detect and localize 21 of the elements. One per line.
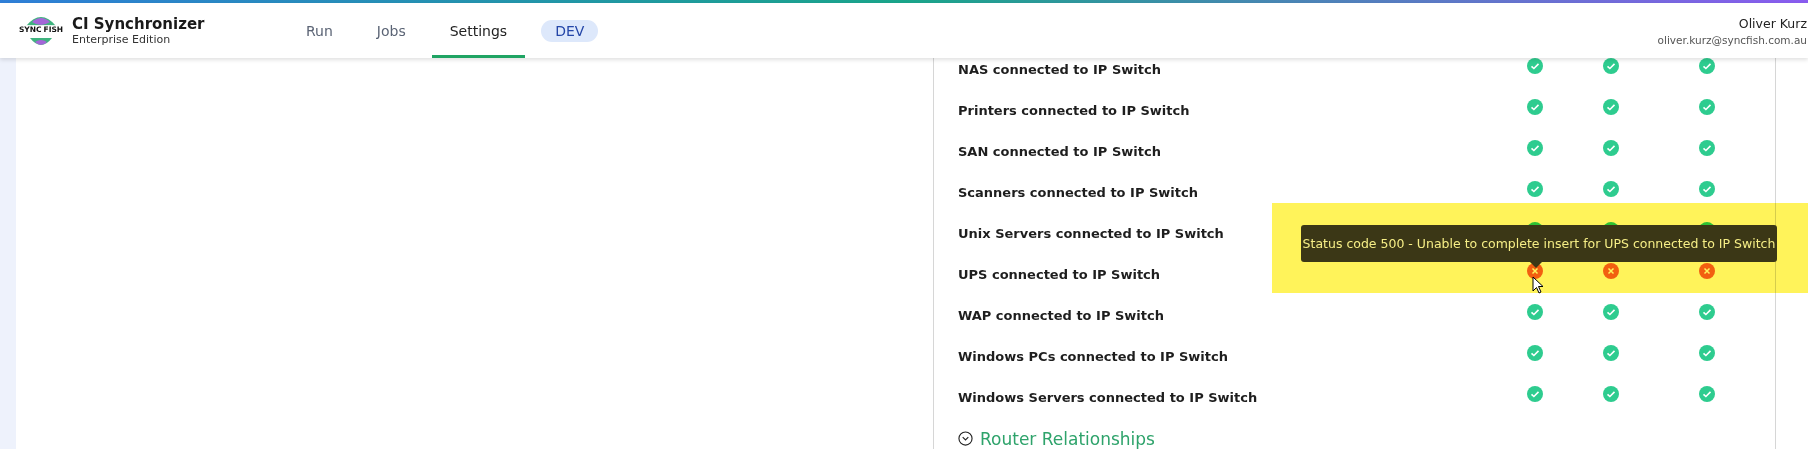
relationship-label: UPS connected to IP Switch [958,267,1162,282]
relationship-label: NAS connected to IP Switch [958,62,1162,77]
app-subtitle: Enterprise Edition [72,33,172,46]
environment-badge: DEV [541,19,599,42]
nav-tab[interactable]: Run [288,3,351,58]
nav-tab[interactable]: Jobs [358,3,424,58]
nav-tab[interactable]: Settings [431,3,526,58]
relationship-label: Unix Servers connected to IP Switch [958,226,1225,241]
relationship-label: Scanners connected to IP Switch [958,185,1199,200]
relationship-label: Windows Servers connected to IP Switch [958,390,1259,405]
relationship-label: SAN connected to IP Switch [958,144,1162,159]
chevron-circle-icon[interactable] [958,431,973,446]
relationship-label: Printers connected to IP Switch [958,103,1191,118]
cursor-icon [1532,276,1544,294]
relationship-label: WAP connected to IP Switch [958,308,1165,323]
relationship-label: Windows PCs connected to IP Switch [958,349,1229,364]
user-email: oliver.kurz@syncfish.com.au [1657,33,1807,46]
tooltip-arrow-icon [1530,262,1542,268]
user-name: Oliver Kurz [1738,15,1807,31]
app-title: CI Synchronizer [72,15,206,33]
section-heading: Router Relationships [980,428,1155,449]
